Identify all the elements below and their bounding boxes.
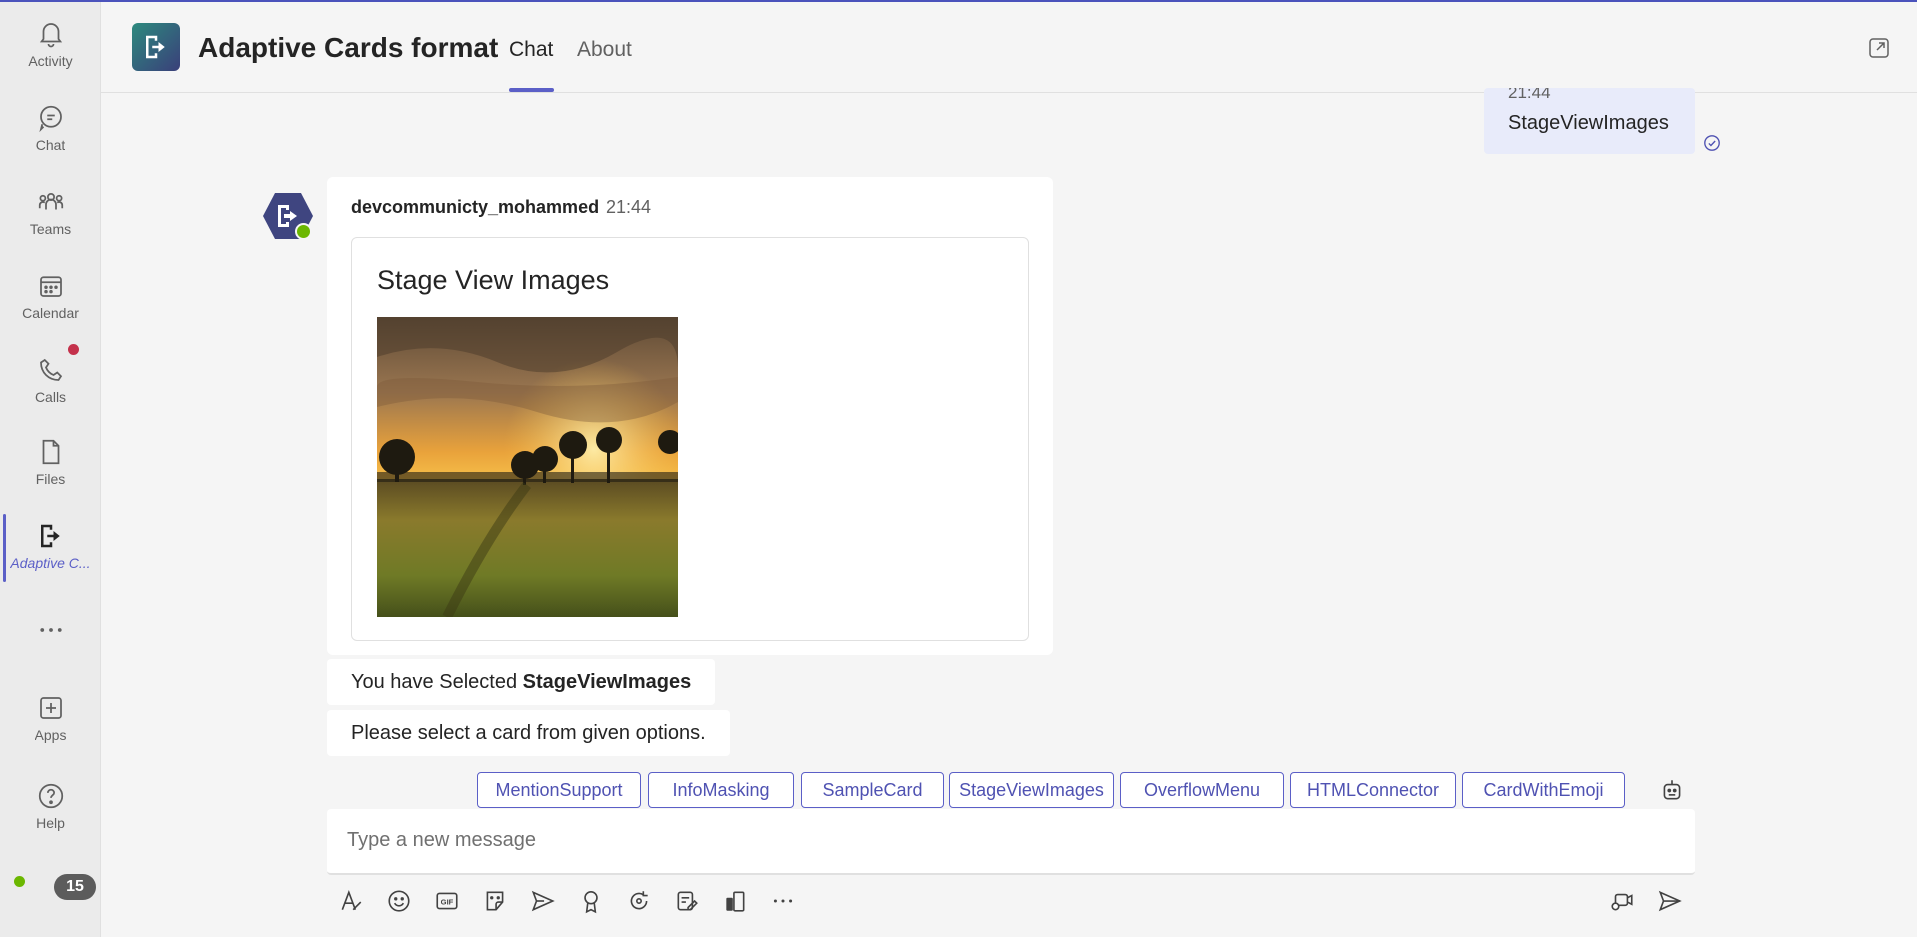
selection-prefix: You have Selected xyxy=(351,670,523,693)
landscape-photo xyxy=(377,317,678,617)
updates-icon xyxy=(726,891,745,912)
active-tab-indicator xyxy=(509,88,554,92)
suggested-action-htmlconnector[interactable]: HTMLConnector xyxy=(1290,772,1456,808)
card-title: Stage View Images xyxy=(377,265,610,295)
app-exit-icon xyxy=(40,524,60,548)
app-header: Adaptive Cards format Chat About xyxy=(101,2,1917,93)
format-icon xyxy=(341,890,362,911)
file-icon xyxy=(42,439,59,465)
phone-icon xyxy=(39,358,62,381)
rail-item-label: Help xyxy=(36,815,65,831)
updates-button[interactable] xyxy=(722,888,748,914)
presence-status-dot xyxy=(14,876,25,887)
top-accent-line xyxy=(0,0,1917,2)
suggested-action-samplecard[interactable]: SampleCard xyxy=(801,772,944,808)
rail-item-files[interactable]: Files xyxy=(0,426,101,498)
prompt-message[interactable]: Please select a card from given options. xyxy=(327,710,730,756)
rail-item-more[interactable] xyxy=(0,596,101,668)
sticker-icon xyxy=(486,891,504,911)
sender-name: devcommunicty_mohammed xyxy=(351,197,600,217)
bell-icon xyxy=(39,23,62,48)
gif-button[interactable]: GIF xyxy=(434,888,460,914)
popout-icon[interactable] xyxy=(1867,36,1891,60)
praise-icon xyxy=(584,890,598,914)
prompt-text: Please select a card from given options. xyxy=(351,721,706,744)
calendar-icon xyxy=(39,276,62,297)
tab-chat[interactable]: Chat xyxy=(509,38,553,62)
sent-message-bubble[interactable]: 21:44 StageViewImages xyxy=(1484,88,1695,154)
sticker-button[interactable] xyxy=(482,888,508,914)
app-logo xyxy=(132,23,180,71)
gif-icon: GIF xyxy=(436,892,458,910)
message-timestamp: 21:44 xyxy=(606,197,652,217)
loop-button[interactable] xyxy=(626,888,652,914)
suggested-action-mentionsupport[interactable]: MentionSupport xyxy=(477,772,641,808)
more-options-button[interactable] xyxy=(770,888,796,914)
rail-item-chat[interactable]: Chat xyxy=(0,92,101,164)
add-app-icon xyxy=(39,697,62,719)
rail-item-label: Apps xyxy=(34,727,67,743)
more-icon xyxy=(773,899,793,903)
tab-about[interactable]: About xyxy=(577,38,632,62)
approvals-button[interactable] xyxy=(674,888,700,914)
loop-icon xyxy=(630,891,648,910)
emoji-button[interactable] xyxy=(386,888,412,914)
adaptive-card: Stage View Images xyxy=(351,237,1029,641)
rail-item-adaptive-cards[interactable]: Adaptive C... xyxy=(0,510,101,582)
send-icon xyxy=(1658,890,1682,912)
compose-box[interactable] xyxy=(327,809,1695,875)
more-icon xyxy=(39,628,62,632)
rail-item-activity[interactable]: Activity xyxy=(0,8,101,80)
notification-count-badge[interactable]: 15 xyxy=(54,874,96,900)
message-input[interactable] xyxy=(347,829,1647,852)
rail-item-teams[interactable]: Teams xyxy=(0,176,101,248)
format-button[interactable] xyxy=(338,888,364,914)
rail-item-label: Calls xyxy=(34,389,67,405)
app-exit-icon xyxy=(146,35,165,59)
praise-button[interactable] xyxy=(578,888,604,914)
emoji-icon xyxy=(388,890,410,912)
video-chat-icon xyxy=(1611,893,1633,911)
read-receipt-icon xyxy=(1704,135,1720,151)
schedule-send-button[interactable] xyxy=(530,888,556,914)
suggested-action-stageviewimages[interactable]: StageViewImages xyxy=(949,772,1114,808)
teams-icon xyxy=(38,193,63,210)
bot-message[interactable]: devcommunicty_mohammed 21:44 Stage View … xyxy=(327,177,1053,655)
suggested-action-cardwithemoji[interactable]: CardWithEmoji xyxy=(1462,772,1625,808)
help-icon xyxy=(38,783,63,809)
rail-item-label: Adaptive C... xyxy=(10,555,91,571)
rail-item-help[interactable]: Help xyxy=(0,770,101,842)
selection-value: StageViewImages xyxy=(522,670,692,693)
approvals-icon xyxy=(677,891,698,911)
bot-commands-icon[interactable] xyxy=(1659,777,1685,803)
svg-text:GIF: GIF xyxy=(441,897,454,906)
suggested-action-overflowmenu[interactable]: OverflowMenu xyxy=(1120,772,1284,808)
message-text: StageViewImages xyxy=(1508,112,1669,134)
bot-presence-dot xyxy=(295,223,312,240)
rail-item-label: Files xyxy=(35,471,66,487)
calls-notification-dot xyxy=(68,344,79,355)
rail-item-label: Teams xyxy=(29,221,72,237)
rail-item-calls[interactable]: Calls xyxy=(0,344,101,416)
rail-item-label: Chat xyxy=(35,137,66,153)
send-later-icon xyxy=(531,890,555,912)
send-button[interactable] xyxy=(1657,888,1683,914)
selection-confirmation-message[interactable]: You have Selected StageViewImages xyxy=(327,659,716,705)
rail-item-apps[interactable]: Apps xyxy=(0,682,101,754)
rail-item-label: Activity xyxy=(28,53,73,69)
stage-view-image[interactable] xyxy=(377,317,678,617)
suggested-action-infomasking[interactable]: InfoMasking xyxy=(648,772,794,808)
message-timestamp: 21:44 xyxy=(1508,88,1551,102)
app-rail: Activity Chat Teams Calendar Calls Files… xyxy=(0,0,101,937)
meet-now-button[interactable] xyxy=(1609,888,1635,914)
chat-icon xyxy=(38,105,62,133)
rail-item-calendar[interactable]: Calendar xyxy=(0,260,101,332)
rail-item-label: Calendar xyxy=(22,305,79,321)
app-title: Adaptive Cards format xyxy=(198,32,499,63)
